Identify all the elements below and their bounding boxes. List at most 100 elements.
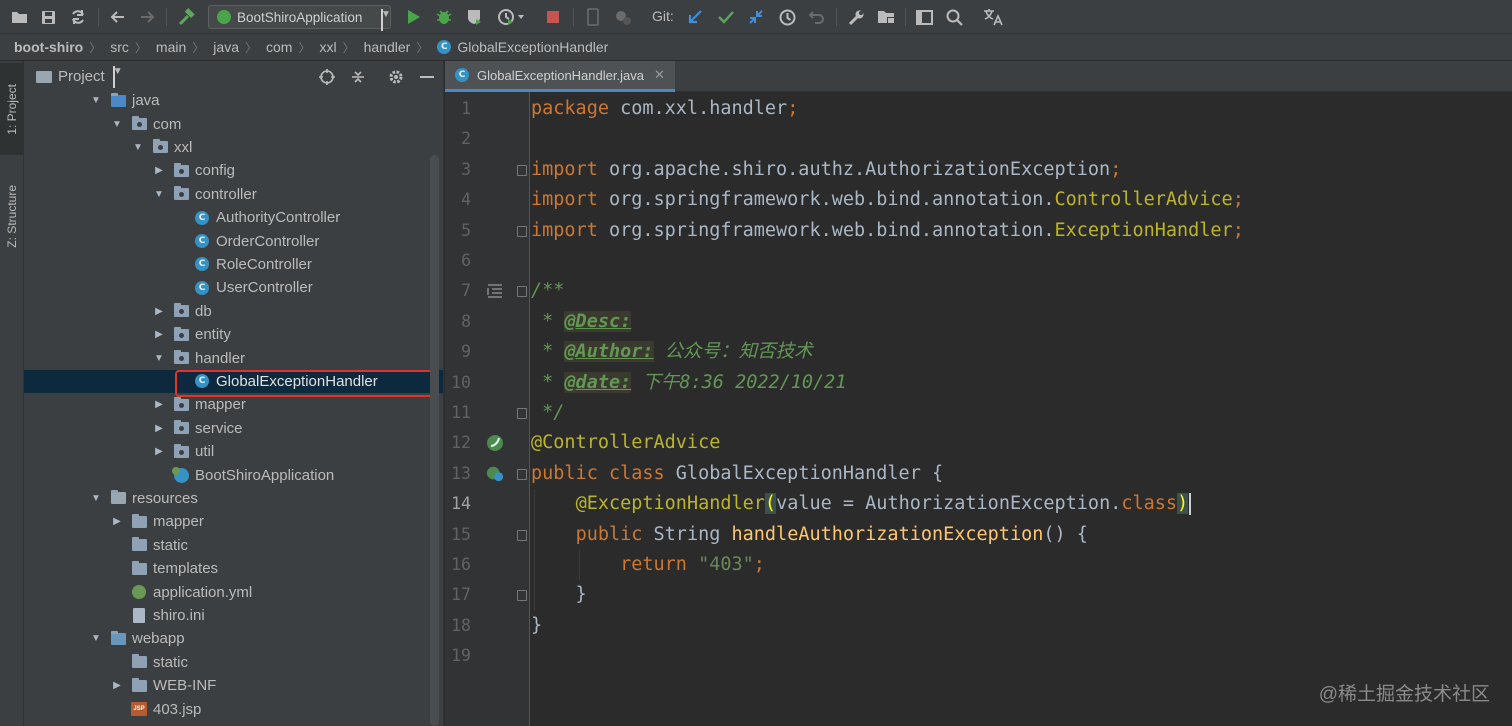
breadcrumb-item-java[interactable]: java	[213, 39, 239, 55]
translate-icon[interactable]	[981, 6, 1005, 28]
line-number[interactable]: 2	[445, 124, 471, 154]
fold-marker-icon[interactable]	[517, 225, 527, 237]
editor-gutter[interactable]: 1 2 3 4 5 6 7 8 9 10 11 12 13 14 15 16 17 18 19	[445, 92, 530, 726]
tool-tab-structure[interactable]: Z: Structure	[0, 167, 24, 265]
tree-item[interactable]: ▶BootShiroApplication	[24, 463, 443, 486]
code-line[interactable]: }	[531, 580, 587, 610]
layout-window-icon[interactable]	[913, 6, 935, 28]
code-line[interactable]: @ControllerAdvice	[531, 428, 720, 458]
expand-arrow-icon[interactable]: ▼	[153, 353, 165, 364]
project-structure-icon[interactable]	[875, 6, 897, 28]
expand-arrow-icon[interactable]: ▼	[90, 493, 102, 504]
run-icon[interactable]	[403, 6, 425, 28]
line-number[interactable]: 5	[445, 216, 471, 246]
line-number[interactable]: 17	[445, 580, 471, 610]
collapse-all-icon[interactable]	[349, 68, 367, 86]
code-line[interactable]: @ExceptionHandler(value = AuthorizationE…	[531, 489, 1192, 519]
line-number[interactable]: 15	[445, 520, 471, 550]
search-icon[interactable]	[943, 6, 965, 28]
tree-item[interactable]: ▶ entity	[24, 323, 443, 346]
settings-wrench-icon[interactable]	[845, 6, 867, 28]
fold-marker-icon[interactable]	[517, 590, 527, 602]
tree-item[interactable]: ▼ webapp	[24, 627, 443, 650]
code-line[interactable]: * @Author: 公众号：知否技术	[531, 337, 813, 367]
tree-item[interactable]: ▶CAuthorityController	[24, 206, 443, 229]
breadcrumb-item-com[interactable]: com	[266, 39, 292, 55]
fold-marker-icon[interactable]	[517, 408, 527, 419]
code-line[interactable]: package com.xxl.handler;	[531, 94, 798, 124]
coverage-shield-icon[interactable]	[463, 6, 485, 28]
code-area[interactable]: package com.xxl.handler; import org.apach…	[531, 92, 1512, 726]
fold-marker-icon[interactable]	[517, 468, 527, 480]
collapse-arrow-icon[interactable]: ▶	[111, 516, 123, 527]
device-icon[interactable]	[582, 6, 604, 28]
tree-item[interactable]: ▶static	[24, 651, 443, 674]
tree-item[interactable]: ▼ com	[24, 112, 443, 135]
tree-item[interactable]: ▶COrderController	[24, 229, 443, 252]
line-number[interactable]: 19	[445, 641, 471, 671]
tree-item[interactable]: ▼ controller	[24, 183, 443, 206]
line-number[interactable]: 14	[445, 489, 471, 519]
doc-render-icon[interactable]	[486, 282, 504, 300]
code-line[interactable]: /**	[531, 276, 564, 306]
breadcrumb-item-class[interactable]: C GlobalExceptionHandler	[437, 39, 608, 55]
code-line[interactable]: import org.springframework.web.bind.anno…	[531, 216, 1244, 246]
tree-item[interactable]: ▶shiro.ini	[24, 604, 443, 627]
stop-icon[interactable]	[542, 6, 564, 28]
code-line[interactable]: public class GlobalExceptionHandler {	[531, 459, 943, 489]
collapse-arrow-icon[interactable]: ▶	[153, 329, 165, 340]
attach-debugger-icon[interactable]	[612, 6, 634, 28]
tree-item[interactable]: ▶CUserController	[24, 276, 443, 299]
debug-bug-icon[interactable]	[433, 6, 455, 28]
tree-item[interactable]: ▶ WEB-INF	[24, 674, 443, 697]
breadcrumb-item-main[interactable]: main	[156, 39, 186, 55]
expand-arrow-icon[interactable]: ▼	[132, 142, 144, 153]
history-clock-icon[interactable]	[776, 6, 798, 28]
back-arrow-icon[interactable]	[106, 6, 128, 28]
code-line[interactable]: */	[531, 398, 564, 428]
profile-run-icon[interactable]	[494, 6, 528, 28]
code-line[interactable]: public String handleAuthorizationExcepti…	[531, 520, 1088, 550]
tree-item[interactable]: ▶static	[24, 534, 443, 557]
line-number[interactable]: 3	[445, 155, 471, 185]
fold-marker-icon[interactable]	[517, 286, 527, 298]
project-view-selector[interactable]: Project	[58, 68, 105, 85]
line-number[interactable]: 13	[445, 459, 471, 489]
code-line[interactable]: return "403";	[531, 550, 765, 580]
save-icon[interactable]	[37, 6, 59, 28]
line-number[interactable]: 12	[445, 428, 471, 458]
tree-item[interactable]: ▶JSP403.jsp	[24, 697, 443, 720]
git-update-icon[interactable]	[684, 6, 706, 28]
gear-icon[interactable]	[387, 68, 405, 86]
project-scrollbar[interactable]	[430, 155, 439, 726]
tree-item[interactable]: ▶ service	[24, 417, 443, 440]
line-number[interactable]: 18	[445, 611, 471, 641]
breadcrumb-item-xxl[interactable]: xxl	[319, 39, 336, 55]
tree-item[interactable]: ▶application.yml	[24, 580, 443, 603]
close-icon[interactable]: ✕	[654, 67, 665, 83]
breadcrumb-item-src[interactable]: src	[110, 39, 129, 55]
rollback-icon[interactable]	[806, 6, 828, 28]
tree-item[interactable]: ▶ util	[24, 440, 443, 463]
code-line[interactable]: * @Desc:	[531, 307, 632, 337]
tree-item[interactable]: ▶templates	[24, 557, 443, 580]
chevron-down-icon[interactable]: ▼	[112, 65, 123, 88]
locate-target-icon[interactable]	[318, 68, 336, 86]
tree-item[interactable]: ▼ handler	[24, 346, 443, 369]
forward-arrow-icon[interactable]	[137, 6, 159, 28]
expand-arrow-icon[interactable]: ▼	[153, 189, 165, 200]
line-number[interactable]: 8	[445, 307, 471, 337]
line-number[interactable]: 6	[445, 246, 471, 276]
code-line[interactable]: * @date: 下午8:36 2022/10/21	[531, 368, 846, 398]
open-folder-icon[interactable]	[8, 6, 30, 28]
collapse-arrow-icon[interactable]: ▶	[153, 399, 165, 410]
collapse-arrow-icon[interactable]: ▶	[153, 423, 165, 434]
hide-panel-icon[interactable]	[418, 68, 436, 86]
spring-bean-class-icon[interactable]	[486, 465, 504, 483]
editor-tab-active[interactable]: C GlobalExceptionHandler.java ✕	[445, 61, 675, 92]
run-configuration-select[interactable]: BootShiroApplication ▼	[208, 5, 391, 31]
git-commit-check-icon[interactable]	[715, 6, 737, 28]
spring-bean-icon[interactable]	[486, 434, 504, 452]
code-line[interactable]: import org.springframework.web.bind.anno…	[531, 185, 1244, 215]
fold-marker-icon[interactable]	[517, 529, 527, 541]
